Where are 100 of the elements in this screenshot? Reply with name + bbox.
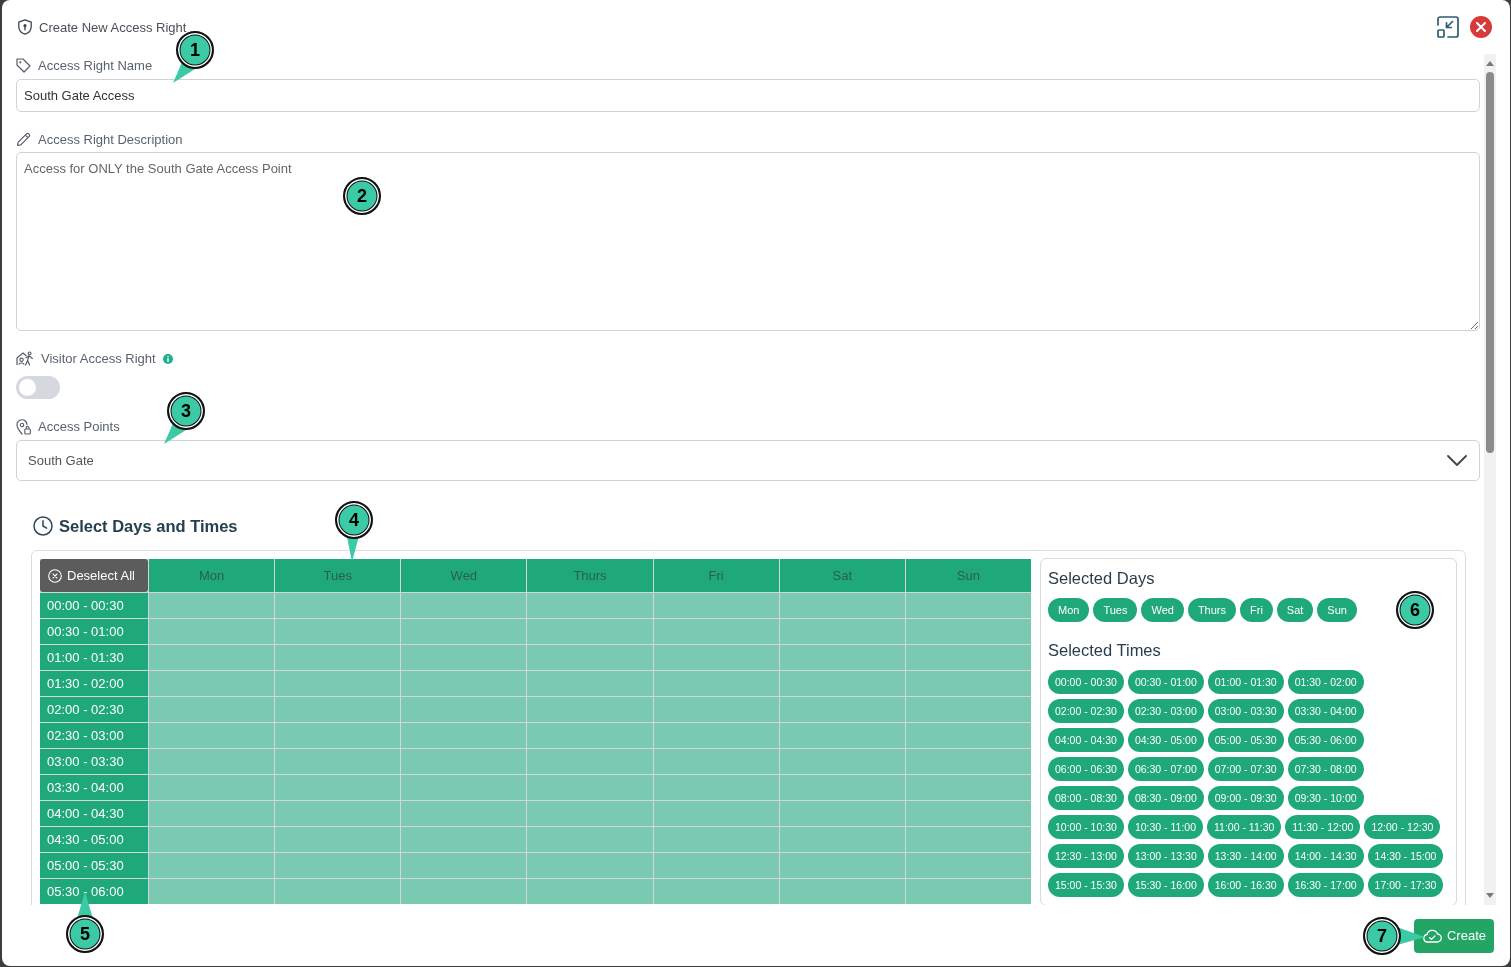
schedule-slot[interactable] — [779, 749, 905, 774]
schedule-slot[interactable] — [905, 749, 1031, 774]
time-slot-header[interactable]: 04:00 - 04:30 — [40, 801, 148, 826]
schedule-slot[interactable] — [905, 775, 1031, 800]
schedule-slot[interactable] — [527, 723, 653, 748]
time-slot-header[interactable]: 01:30 - 02:00 — [40, 671, 148, 696]
time-slot-header[interactable]: 05:30 - 06:00 — [40, 879, 148, 904]
schedule-slot[interactable] — [653, 801, 779, 826]
time-slot-header[interactable]: 01:00 - 01:30 — [40, 645, 148, 670]
schedule-slot[interactable] — [401, 619, 527, 644]
schedule-slot[interactable] — [779, 853, 905, 878]
schedule-slot[interactable] — [779, 775, 905, 800]
deselect-all-button[interactable]: Deselect All — [40, 559, 148, 592]
schedule-slot[interactable] — [653, 749, 779, 774]
schedule-slot[interactable] — [275, 723, 401, 748]
schedule-slot[interactable] — [779, 827, 905, 852]
schedule-slot[interactable] — [149, 593, 275, 618]
schedule-slot[interactable] — [401, 671, 527, 696]
schedule-slot[interactable] — [905, 619, 1031, 644]
schedule-slot[interactable] — [527, 645, 653, 670]
schedule-slot[interactable] — [653, 697, 779, 722]
schedule-slot[interactable] — [275, 645, 401, 670]
schedule-slot[interactable] — [527, 853, 653, 878]
schedule-slot[interactable] — [401, 801, 527, 826]
scroll-up-arrow-icon[interactable] — [1486, 61, 1494, 66]
schedule-slot[interactable] — [401, 749, 527, 774]
schedule-slot[interactable] — [905, 801, 1031, 826]
schedule-slot[interactable] — [905, 879, 1031, 904]
schedule-slot[interactable] — [275, 853, 401, 878]
schedule-slot[interactable] — [527, 619, 653, 644]
schedule-slot[interactable] — [779, 671, 905, 696]
schedule-slot[interactable] — [149, 879, 275, 904]
schedule-slot[interactable] — [905, 593, 1031, 618]
schedule-slot[interactable] — [779, 801, 905, 826]
schedule-slot[interactable] — [527, 801, 653, 826]
access-points-select[interactable]: South Gate — [16, 440, 1480, 481]
schedule-slot[interactable] — [779, 593, 905, 618]
schedule-slot[interactable] — [653, 619, 779, 644]
schedule-slot[interactable] — [275, 619, 401, 644]
day-column-header[interactable]: Mon — [149, 559, 275, 592]
schedule-slot[interactable] — [905, 853, 1031, 878]
schedule-slot[interactable] — [779, 879, 905, 904]
schedule-slot[interactable] — [149, 697, 275, 722]
schedule-slot[interactable] — [779, 619, 905, 644]
schedule-slot[interactable] — [275, 879, 401, 904]
schedule-slot[interactable] — [905, 697, 1031, 722]
schedule-slot[interactable] — [149, 723, 275, 748]
time-slot-header[interactable]: 02:30 - 03:00 — [40, 723, 148, 748]
day-column-header[interactable]: Sun — [905, 559, 1031, 592]
schedule-slot[interactable] — [905, 645, 1031, 670]
schedule-slot[interactable] — [779, 697, 905, 722]
schedule-slot[interactable] — [149, 827, 275, 852]
schedule-slot[interactable] — [527, 749, 653, 774]
schedule-slot[interactable] — [401, 645, 527, 670]
schedule-slot[interactable] — [905, 827, 1031, 852]
schedule-slot[interactable] — [149, 853, 275, 878]
schedule-slot[interactable] — [527, 671, 653, 696]
create-button[interactable]: Create — [1413, 918, 1494, 953]
schedule-slot[interactable] — [275, 697, 401, 722]
day-column-header[interactable]: Fri — [653, 559, 779, 592]
schedule-slot[interactable] — [905, 671, 1031, 696]
schedule-slot[interactable] — [149, 801, 275, 826]
schedule-slot[interactable] — [401, 853, 527, 878]
schedule-slot[interactable] — [275, 671, 401, 696]
schedule-slot[interactable] — [275, 775, 401, 800]
day-column-header[interactable]: Thurs — [527, 559, 653, 592]
schedule-slot[interactable] — [527, 697, 653, 722]
schedule-slot[interactable] — [653, 827, 779, 852]
day-column-header[interactable]: Wed — [401, 559, 527, 592]
close-button[interactable] — [1470, 16, 1492, 38]
time-slot-header[interactable]: 03:30 - 04:00 — [40, 775, 148, 800]
schedule-slot[interactable] — [401, 723, 527, 748]
schedule-slot[interactable] — [653, 879, 779, 904]
schedule-slot[interactable] — [527, 879, 653, 904]
time-slot-header[interactable]: 03:00 - 03:30 — [40, 749, 148, 774]
schedule-slot[interactable] — [527, 593, 653, 618]
time-slot-header[interactable]: 02:00 - 02:30 — [40, 697, 148, 722]
time-slot-header[interactable]: 00:30 - 01:00 — [40, 619, 148, 644]
schedule-slot[interactable] — [653, 671, 779, 696]
schedule-slot[interactable] — [149, 671, 275, 696]
schedule-slot[interactable] — [653, 775, 779, 800]
schedule-slot[interactable] — [653, 593, 779, 618]
schedule-slot[interactable] — [275, 827, 401, 852]
schedule-slot[interactable] — [149, 645, 275, 670]
schedule-slot[interactable] — [275, 749, 401, 774]
time-slot-header[interactable]: 05:00 - 05:30 — [40, 853, 148, 878]
schedule-slot[interactable] — [401, 879, 527, 904]
name-field[interactable]: South Gate Access — [16, 79, 1480, 112]
schedule-slot[interactable] — [401, 775, 527, 800]
schedule-slot[interactable] — [275, 593, 401, 618]
visitor-toggle[interactable] — [16, 376, 60, 399]
schedule-slot[interactable] — [149, 619, 275, 644]
time-slot-header[interactable]: 00:00 - 00:30 — [40, 593, 148, 618]
schedule-slot[interactable] — [149, 749, 275, 774]
schedule-slot[interactable] — [653, 723, 779, 748]
scroll-down-arrow-icon[interactable] — [1486, 893, 1494, 898]
schedule-slot[interactable] — [401, 827, 527, 852]
schedule-slot[interactable] — [653, 645, 779, 670]
day-column-header[interactable]: Tues — [275, 559, 401, 592]
schedule-slot[interactable] — [905, 723, 1031, 748]
